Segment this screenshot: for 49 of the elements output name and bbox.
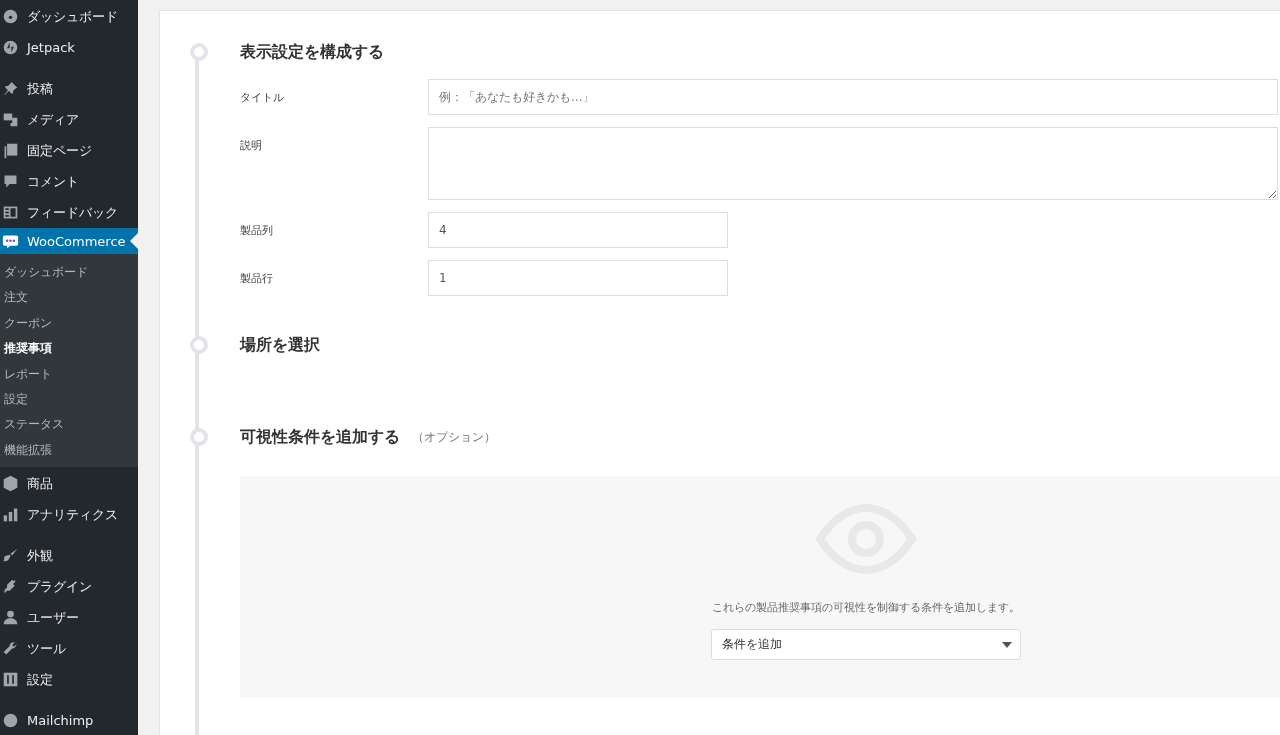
pin-icon [2,80,19,97]
step-marker [190,428,208,446]
step-note: （オプション） [412,428,496,446]
field-label: 説明 [240,138,263,153]
sidebar-item[interactable]: プラグイン [0,571,138,603]
step-marker [190,336,208,354]
comment-icon [2,173,19,190]
sidebar-item[interactable]: アナリティクス [0,499,138,531]
description-textarea[interactable] [428,127,1278,200]
sidebar-item[interactable]: 固定ページ [0,135,138,166]
condition-select[interactable]: 条件を追加 [711,629,1021,660]
sidebar-item[interactable]: 投稿 [0,73,138,104]
media-icon [2,111,19,128]
submenu-item[interactable]: 設定 [0,386,138,413]
sidebar-item[interactable]: 商品 [0,468,138,500]
sidebar-item[interactable]: ユーザー [0,602,138,634]
sidebar-item[interactable]: Mailchimp [0,705,138,735]
conditions-description: これらの製品推奨事項の可視性を制御する条件を追加します。 [712,600,1020,615]
sidebar-item[interactable]: ツール [0,633,138,665]
field-label: タイトル [240,90,285,105]
title-input[interactable]: 例：「あなたも好きかも...」 [428,79,1278,115]
submenu-item[interactable]: レポート [0,361,138,387]
caret-icon [1002,641,1012,648]
box-icon [2,475,19,493]
sidebar-item[interactable]: Jetpack [0,32,138,63]
sidebar-item[interactable]: ダッシュボード [0,1,138,32]
step-marker [190,43,208,61]
sidebar-item[interactable]: フィードバック [0,197,138,228]
sidebar-item[interactable]: メディア [0,104,138,135]
field-label: 製品列 [240,223,274,238]
step-title: 表示設定を構成する [240,41,384,63]
sidebar-item[interactable]: コメント [0,166,138,197]
sidebar-item[interactable]: WooCommerce [0,228,138,254]
bars-icon [2,506,19,524]
sidebar-item[interactable]: 外観 [0,540,138,572]
submenu-item[interactable]: クーポン [0,310,138,337]
submenu-item[interactable]: 推奨事項 [0,336,138,362]
submenu-item[interactable]: ダッシュボード [0,260,138,286]
field-label: 製品行 [240,271,274,286]
number-input[interactable]: 4 [428,212,728,248]
submenu-item[interactable]: 注文 [0,285,138,311]
pages-icon [2,142,19,159]
step-title: 可視性条件を追加する [240,426,400,448]
number-input[interactable]: 1 [428,260,728,296]
submenu-item[interactable]: ステータス [0,412,138,438]
sidebar-item[interactable]: 設定 [0,664,138,696]
submenu-item[interactable]: 機能拡張 [0,437,138,464]
step-title: 場所を選択 [240,334,320,356]
user-icon [2,609,19,627]
